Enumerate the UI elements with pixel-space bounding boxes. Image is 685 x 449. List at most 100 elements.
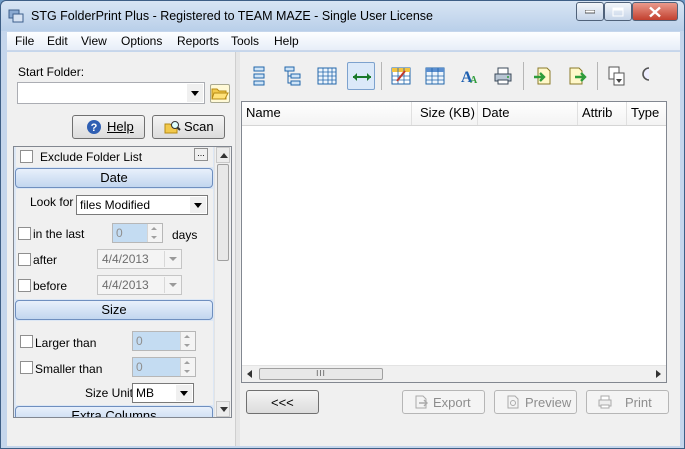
search-button[interactable]	[637, 62, 649, 90]
tree-view-button[interactable]	[279, 62, 307, 90]
size-unit-value: MB	[136, 386, 154, 400]
export-file-button[interactable]	[563, 62, 591, 90]
app-icon	[8, 9, 24, 23]
menu-help[interactable]: Help	[274, 34, 299, 48]
folder-open-icon	[211, 88, 229, 100]
spinner-arrows-icon[interactable]	[180, 358, 195, 376]
exclude-row: Exclude Folder List ...	[16, 147, 213, 167]
column-type[interactable]: Type	[627, 102, 666, 125]
scroll-up-icon[interactable]	[216, 147, 230, 163]
in-last-value: 0	[116, 226, 123, 240]
file-list[interactable]: Name Size (KB) Date Attrib Type III	[241, 101, 667, 383]
edit-columns-button[interactable]	[387, 62, 415, 90]
file-list-hscrollbar[interactable]: III	[242, 365, 666, 382]
chevron-down-icon[interactable]	[176, 385, 192, 401]
filter-panel-scrollbar[interactable]	[214, 147, 231, 417]
help-button[interactable]: ? Help	[72, 115, 145, 139]
scroll-left-icon[interactable]	[247, 370, 252, 378]
hscroll-thumb[interactable]: III	[259, 368, 383, 380]
spinner-arrows-icon[interactable]	[147, 224, 162, 242]
print-button[interactable]: Print	[586, 390, 669, 414]
column-size[interactable]: Size (KB)	[416, 102, 478, 125]
exclude-list-button[interactable]: ...	[194, 148, 208, 161]
printer-setup-button[interactable]	[489, 62, 517, 90]
chevron-down-icon[interactable]	[187, 84, 203, 102]
scan-button[interactable]: Scan	[152, 115, 225, 139]
smaller-than-value: 0	[136, 360, 143, 374]
scroll-down-icon[interactable]	[216, 401, 230, 417]
before-date-picker[interactable]: 4/4/2013	[97, 275, 182, 295]
browse-folder-button[interactable]	[210, 84, 230, 103]
look-for-select[interactable]: files Modified	[76, 195, 208, 215]
maximize-icon	[612, 7, 624, 16]
exclude-folder-checkbox[interactable]	[20, 150, 33, 163]
scan-icon	[164, 121, 181, 134]
in-last-spinner[interactable]: 0	[112, 223, 163, 243]
before-date-value: 4/4/2013	[102, 278, 149, 292]
before-checkbox[interactable]	[18, 279, 31, 292]
larger-than-checkbox[interactable]	[20, 335, 33, 348]
font-icon: A A	[461, 69, 478, 86]
in-last-label: in the last	[33, 227, 85, 241]
pane-splitter[interactable]	[235, 52, 240, 446]
column-date[interactable]: Date	[478, 102, 578, 125]
toolbar-separator	[597, 62, 598, 90]
maximize-button[interactable]	[604, 2, 632, 21]
title-bar[interactable]: STG FolderPrint Plus - Registered to TEA…	[1, 1, 684, 31]
before-label: before	[33, 279, 68, 293]
chevron-down-icon[interactable]	[164, 277, 180, 293]
look-for-label: Look for	[30, 195, 74, 209]
spinner-arrows-icon[interactable]	[180, 332, 195, 350]
export-document-icon	[534, 67, 551, 85]
minimize-button[interactable]	[576, 2, 604, 21]
menu-tools[interactable]: Tools	[231, 34, 259, 48]
list-view-button[interactable]	[245, 62, 273, 90]
page-setup-button[interactable]	[603, 62, 631, 90]
after-checkbox[interactable]	[18, 253, 31, 266]
export-button[interactable]: Export	[402, 390, 485, 414]
file-list-header: Name Size (KB) Date Attrib Type	[242, 102, 666, 126]
start-folder-combo[interactable]	[17, 82, 205, 104]
menu-file[interactable]: File	[15, 34, 34, 48]
larger-than-spinner[interactable]: 0	[132, 331, 196, 351]
size-unit-select[interactable]: MB	[132, 383, 194, 403]
start-folder-label: Start Folder:	[18, 65, 85, 79]
smaller-than-spinner[interactable]: 0	[132, 357, 196, 377]
search-icon	[642, 67, 649, 81]
help-icon: ?	[87, 120, 101, 134]
export-doc-button[interactable]	[529, 62, 557, 90]
toolbar: A A	[241, 56, 680, 96]
scroll-right-icon[interactable]	[656, 370, 661, 378]
column-attrib[interactable]: Attrib	[578, 102, 627, 125]
window-title: STG FolderPrint Plus - Registered to TEA…	[31, 9, 433, 23]
extra-columns-header[interactable]: Extra Columns	[15, 406, 213, 417]
back-button[interactable]: <<<	[246, 390, 319, 414]
font-button[interactable]: A A	[455, 62, 483, 90]
chevron-down-icon[interactable]	[164, 251, 180, 267]
menu-reports[interactable]: Reports	[177, 34, 219, 48]
smaller-than-checkbox[interactable]	[20, 361, 33, 374]
after-date-picker[interactable]: 4/4/2013	[97, 249, 182, 269]
grid-view-button[interactable]	[313, 62, 341, 90]
expand-width-icon	[353, 73, 371, 81]
preview-button-label: Preview	[525, 395, 572, 410]
table-button[interactable]	[421, 62, 449, 90]
column-name[interactable]: Name	[242, 102, 412, 125]
menu-options[interactable]: Options	[121, 34, 162, 48]
date-section: Look for files Modified in the last 0 da…	[16, 189, 213, 299]
fit-columns-button[interactable]	[347, 62, 375, 90]
menu-view[interactable]: View	[81, 34, 107, 48]
scroll-thumb[interactable]	[217, 164, 229, 261]
menu-edit[interactable]: Edit	[47, 34, 68, 48]
back-button-label: <<<	[271, 395, 294, 410]
filter-panel-content: Exclude Folder List ... Date Look for fi…	[14, 147, 215, 417]
in-last-checkbox[interactable]	[18, 227, 31, 240]
close-window-button[interactable]	[632, 2, 678, 21]
close-icon	[649, 6, 661, 17]
toolbar-separator	[523, 62, 524, 90]
size-section-header[interactable]: Size	[15, 300, 213, 320]
chevron-down-icon[interactable]	[190, 197, 206, 213]
svg-text:A: A	[470, 75, 478, 86]
date-section-header[interactable]: Date	[15, 168, 213, 188]
preview-button[interactable]: Preview	[494, 390, 577, 414]
